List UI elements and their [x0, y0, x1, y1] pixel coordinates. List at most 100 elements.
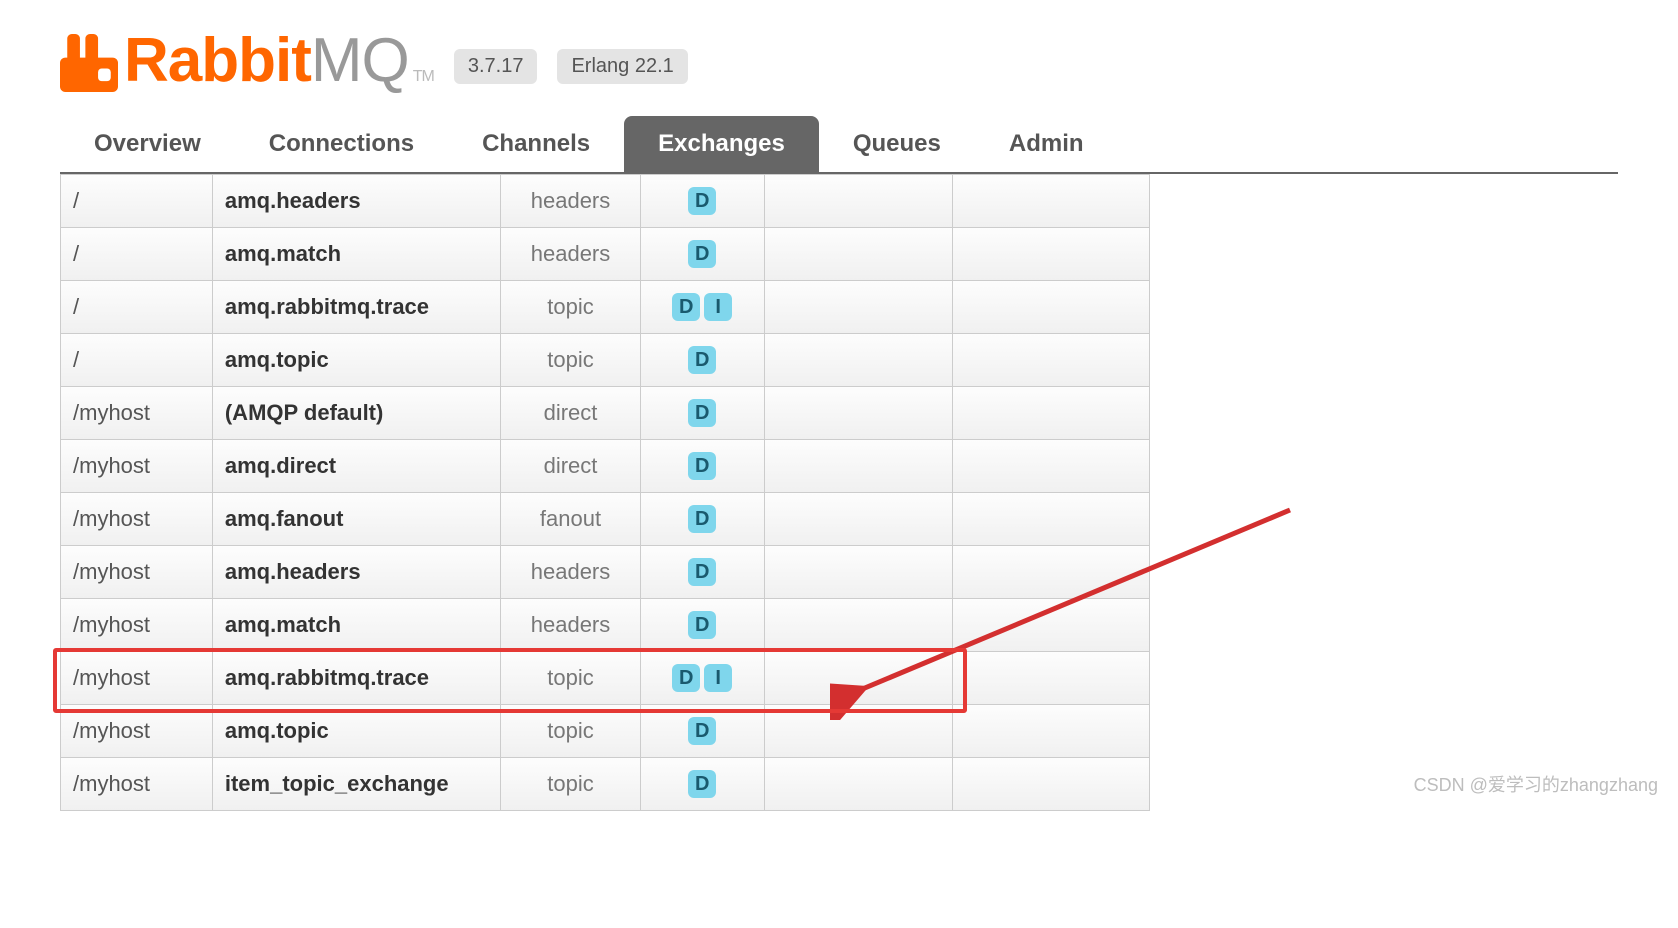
- flag-badge: D: [688, 770, 716, 798]
- table-row: /myhostamq.matchheadersD: [61, 599, 1150, 652]
- cell-rate-out: [953, 440, 1150, 493]
- cell-type: headers: [501, 599, 640, 652]
- cell-exchange-name[interactable]: amq.match: [212, 228, 501, 281]
- cell-type: topic: [501, 334, 640, 387]
- cell-flags: D: [640, 228, 764, 281]
- cell-vhost: /myhost: [61, 705, 213, 758]
- cell-exchange-name[interactable]: amq.rabbitmq.trace: [212, 281, 501, 334]
- cell-exchange-name[interactable]: item_topic_exchange: [212, 758, 501, 811]
- flag-badge: D: [672, 293, 700, 321]
- tab-queues[interactable]: Queues: [819, 116, 975, 172]
- cell-rate-in: [764, 175, 952, 228]
- cell-vhost: /myhost: [61, 493, 213, 546]
- cell-flags: D: [640, 387, 764, 440]
- cell-rate-out: [953, 546, 1150, 599]
- cell-exchange-name[interactable]: amq.topic: [212, 334, 501, 387]
- flag-badge: D: [688, 558, 716, 586]
- cell-rate-out: [953, 652, 1150, 705]
- cell-exchange-name[interactable]: amq.headers: [212, 546, 501, 599]
- cell-rate-in: [764, 758, 952, 811]
- cell-exchange-name[interactable]: amq.headers: [212, 175, 501, 228]
- cell-vhost: /: [61, 334, 213, 387]
- cell-type: headers: [501, 228, 640, 281]
- cell-flags: D: [640, 493, 764, 546]
- cell-vhost: /myhost: [61, 387, 213, 440]
- cell-vhost: /myhost: [61, 758, 213, 811]
- cell-flags: D: [640, 546, 764, 599]
- flag-badge: I: [704, 664, 732, 692]
- tab-overview[interactable]: Overview: [60, 116, 235, 172]
- cell-vhost: /myhost: [61, 440, 213, 493]
- cell-type: topic: [501, 281, 640, 334]
- header: RabbitMQTM 3.7.17 Erlang 22.1: [60, 30, 1618, 92]
- cell-rate-out: [953, 758, 1150, 811]
- cell-exchange-name[interactable]: amq.match: [212, 599, 501, 652]
- cell-exchange-name[interactable]: amq.topic: [212, 705, 501, 758]
- cell-rate-in: [764, 440, 952, 493]
- table-row: /myhostamq.fanoutfanout D: [61, 493, 1150, 546]
- exchanges-table: /amq.headersheadersD/amq.matchheadersD/a…: [60, 174, 1150, 811]
- cell-flags: D: [640, 705, 764, 758]
- cell-rate-in: [764, 599, 952, 652]
- cell-rate-in: [764, 652, 952, 705]
- cell-rate-in: [764, 546, 952, 599]
- nav-tabs: OverviewConnectionsChannelsExchangesQueu…: [60, 116, 1618, 174]
- table-row: /myhostamq.topictopicD: [61, 705, 1150, 758]
- cell-rate-in: [764, 281, 952, 334]
- cell-rate-out: [953, 705, 1150, 758]
- cell-type: topic: [501, 705, 640, 758]
- tab-connections[interactable]: Connections: [235, 116, 448, 172]
- cell-rate-out: [953, 281, 1150, 334]
- table-row: /myhostamq.directdirect D: [61, 440, 1150, 493]
- cell-rate-in: [764, 387, 952, 440]
- erlang-badge: Erlang 22.1: [557, 49, 687, 84]
- tab-exchanges[interactable]: Exchanges: [624, 116, 819, 172]
- cell-rate-out: [953, 228, 1150, 281]
- cell-rate-out: [953, 387, 1150, 440]
- cell-flags: DI: [640, 652, 764, 705]
- tab-admin[interactable]: Admin: [975, 116, 1118, 172]
- rabbit-icon: [60, 34, 118, 92]
- version-badge: 3.7.17: [454, 49, 538, 84]
- cell-flags: DI: [640, 281, 764, 334]
- logo-text: RabbitMQTM: [124, 30, 434, 92]
- cell-rate-in: [764, 705, 952, 758]
- cell-vhost: /: [61, 175, 213, 228]
- cell-flags: D: [640, 599, 764, 652]
- cell-vhost: /myhost: [61, 652, 213, 705]
- cell-rate-in: [764, 334, 952, 387]
- table-row: /amq.rabbitmq.tracetopicDI: [61, 281, 1150, 334]
- cell-type: direct: [501, 440, 640, 493]
- cell-rate-out: [953, 493, 1150, 546]
- cell-type: headers: [501, 546, 640, 599]
- table-row: /myhost(AMQP default)direct D: [61, 387, 1150, 440]
- cell-type: direct: [501, 387, 640, 440]
- table-row: /amq.topictopic D: [61, 334, 1150, 387]
- flag-badge: D: [688, 399, 716, 427]
- cell-type: fanout: [501, 493, 640, 546]
- cell-exchange-name[interactable]: (AMQP default): [212, 387, 501, 440]
- cell-flags: D: [640, 175, 764, 228]
- cell-exchange-name[interactable]: amq.rabbitmq.trace: [212, 652, 501, 705]
- flag-badge: I: [704, 293, 732, 321]
- rabbitmq-logo: RabbitMQTM: [60, 30, 434, 92]
- logo-text-secondary: MQ: [311, 26, 409, 95]
- cell-vhost: /: [61, 228, 213, 281]
- flag-badge: D: [688, 240, 716, 268]
- cell-exchange-name[interactable]: amq.fanout: [212, 493, 501, 546]
- flag-badge: D: [688, 452, 716, 480]
- cell-exchange-name[interactable]: amq.direct: [212, 440, 501, 493]
- table-row: /amq.matchheaders D: [61, 228, 1150, 281]
- cell-type: topic: [501, 758, 640, 811]
- tab-channels[interactable]: Channels: [448, 116, 624, 172]
- cell-type: topic: [501, 652, 640, 705]
- cell-rate-in: [764, 493, 952, 546]
- cell-vhost: /myhost: [61, 599, 213, 652]
- cell-flags: D: [640, 758, 764, 811]
- table-row: /myhostamq.rabbitmq.tracetopicDI: [61, 652, 1150, 705]
- flag-badge: D: [688, 505, 716, 533]
- table-row: /amq.headersheadersD: [61, 175, 1150, 228]
- table-row: /myhostamq.headersheadersD: [61, 546, 1150, 599]
- flag-badge: D: [688, 346, 716, 374]
- cell-rate-out: [953, 599, 1150, 652]
